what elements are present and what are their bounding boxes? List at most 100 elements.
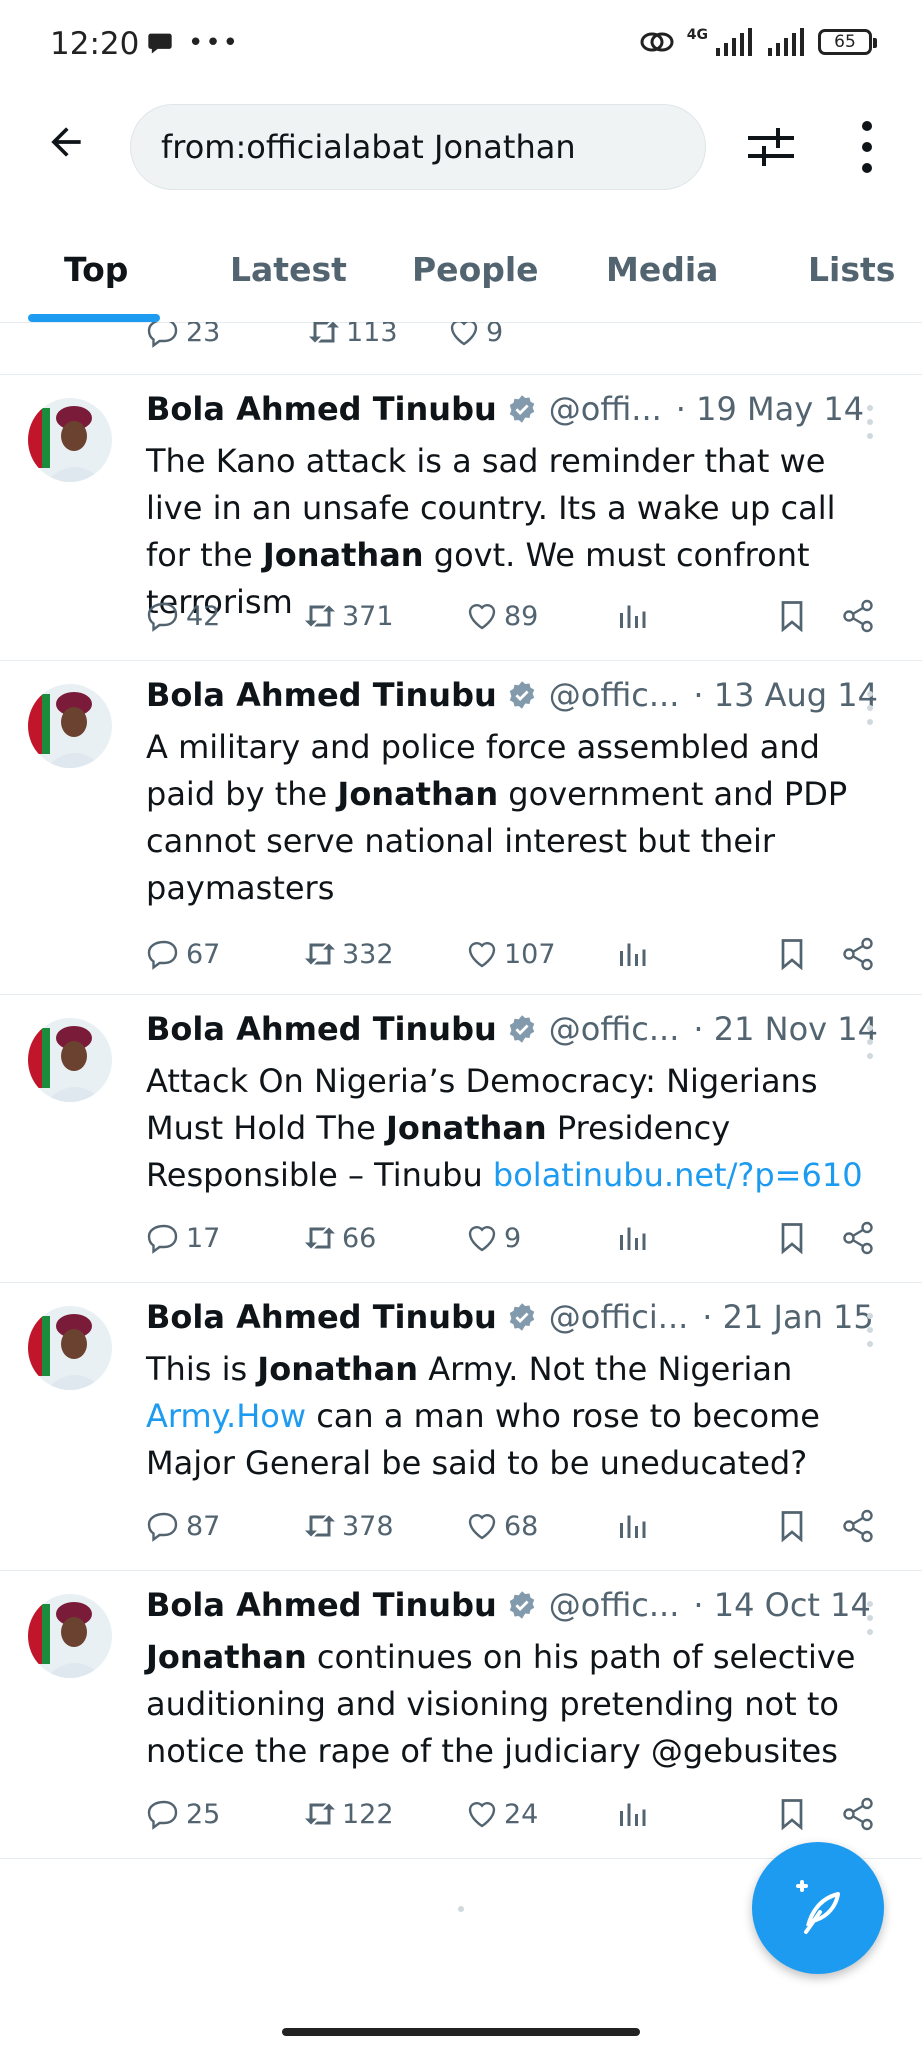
avatar[interactable]: [28, 1018, 112, 1102]
tweet-menu-icon[interactable]: [866, 1600, 874, 1636]
retweet-button[interactable]: 122: [302, 1796, 394, 1832]
avatar[interactable]: [28, 398, 112, 482]
tweet-date[interactable]: · 21 Nov 14: [693, 1010, 878, 1048]
views-button[interactable]: [614, 1796, 654, 1832]
retweet-button[interactable]: 113: [306, 322, 398, 350]
author-handle[interactable]: @offici...: [549, 1298, 689, 1336]
tweet-date[interactable]: · 13 Aug 14: [693, 676, 878, 714]
retweet-button[interactable]: 371: [302, 598, 394, 634]
views-button[interactable]: [614, 1508, 654, 1544]
tweet[interactable]: Bola Ahmed Tinubu @offic... · 21 Nov 14 …: [0, 994, 922, 1283]
author-name[interactable]: Bola Ahmed Tinubu: [146, 1010, 497, 1048]
reply-button[interactable]: 42: [146, 598, 220, 634]
like-button[interactable]: 24: [464, 1796, 538, 1832]
views-button[interactable]: [614, 598, 654, 634]
tab-people[interactable]: People: [412, 250, 539, 289]
like-count: 9: [486, 322, 504, 348]
tweet-menu-icon[interactable]: [866, 404, 874, 440]
bookmark-button[interactable]: [774, 1220, 814, 1256]
tweet-actions: 23 113 9: [146, 322, 876, 360]
link-icon: [640, 32, 674, 52]
home-indicator[interactable]: [282, 2028, 640, 2036]
tweet-menu-icon[interactable]: [866, 690, 874, 726]
heart-icon: [468, 1802, 496, 1828]
tab-lists[interactable]: Lists: [808, 250, 895, 289]
like-button[interactable]: 9: [446, 322, 503, 350]
battery-level: 65: [834, 32, 856, 52]
avatar[interactable]: [28, 1306, 112, 1390]
reply-button[interactable]: 25: [146, 1796, 220, 1832]
author-handle[interactable]: @offic...: [549, 1010, 680, 1048]
back-arrow-icon[interactable]: [44, 120, 88, 164]
share-icon: [843, 1221, 873, 1255]
tweet[interactable]: Bola Ahmed Tinubu @offici... · 21 Jan 15…: [0, 1282, 922, 1571]
author-handle[interactable]: @offic...: [549, 1586, 680, 1624]
tweet-link[interactable]: Army.How: [146, 1397, 306, 1435]
reply-count: 87: [186, 1510, 221, 1542]
share-button[interactable]: [840, 936, 880, 972]
share-button[interactable]: [840, 1796, 880, 1832]
tab-latest[interactable]: Latest: [230, 250, 347, 289]
reply-icon: [147, 1800, 178, 1830]
author-name[interactable]: Bola Ahmed Tinubu: [146, 390, 497, 428]
reply-count: 67: [186, 938, 221, 970]
more-options-icon[interactable]: [854, 118, 880, 176]
tweet-link[interactable]: bolatinubu.net/?p=610: [493, 1156, 863, 1194]
tab-media[interactable]: Media: [606, 250, 718, 289]
like-button[interactable]: 107: [464, 936, 556, 972]
share-button[interactable]: [840, 598, 880, 634]
like-count: 107: [504, 938, 556, 970]
bookmark-button[interactable]: [774, 598, 814, 634]
bookmark-button[interactable]: [774, 1796, 814, 1832]
verified-badge-icon: [509, 1591, 535, 1619]
author-name[interactable]: Bola Ahmed Tinubu: [146, 676, 497, 714]
like-count: 24: [504, 1798, 539, 1830]
tweet-menu-icon[interactable]: [866, 1312, 874, 1348]
reply-icon: [147, 1224, 178, 1254]
tweet[interactable]: Bola Ahmed Tinubu @offic... · 14 Oct 14 …: [0, 1570, 922, 1859]
like-button[interactable]: 9: [464, 1220, 521, 1256]
author-handle[interactable]: @offic...: [549, 676, 680, 714]
like-button[interactable]: 68: [464, 1508, 538, 1544]
like-button[interactable]: 89: [464, 598, 538, 634]
tweet-date[interactable]: · 19 May 14: [676, 390, 864, 428]
author-handle[interactable]: @offi...: [549, 390, 662, 428]
reply-button[interactable]: 17: [146, 1220, 220, 1256]
views-button[interactable]: [614, 936, 654, 972]
signal-icon-2: [768, 28, 804, 56]
reply-button[interactable]: 67: [146, 936, 220, 972]
retweet-icon: [305, 605, 335, 627]
reply-button[interactable]: 23: [146, 322, 220, 350]
reply-button[interactable]: 87: [146, 1508, 220, 1544]
tweet[interactable]: Bola Ahmed Tinubu @offi... · 19 May 14 T…: [0, 374, 922, 661]
views-button[interactable]: [614, 1220, 654, 1256]
avatar[interactable]: [28, 1594, 112, 1678]
like-count: 89: [504, 600, 539, 632]
tweet-text: A military and police force assembled an…: [146, 728, 848, 907]
share-button[interactable]: [840, 1220, 880, 1256]
bookmark-button[interactable]: [774, 936, 814, 972]
share-button[interactable]: [840, 1508, 880, 1544]
active-tab-indicator: [28, 314, 160, 322]
retweet-count: 378: [342, 1510, 394, 1542]
tweet-date[interactable]: · 21 Jan 15: [702, 1298, 873, 1336]
tab-top[interactable]: Top: [64, 250, 128, 289]
retweet-button[interactable]: 332: [302, 936, 394, 972]
tweet-date[interactable]: · 14 Oct 14: [693, 1586, 870, 1624]
bookmark-icon: [781, 601, 803, 633]
retweet-button[interactable]: 378: [302, 1508, 394, 1544]
views-chart-icon: [620, 943, 646, 966]
compose-tweet-button[interactable]: [752, 1842, 884, 1974]
reply-icon: [147, 602, 178, 632]
like-count: 9: [504, 1222, 522, 1254]
author-name[interactable]: Bola Ahmed Tinubu: [146, 1298, 497, 1336]
filter-sliders-icon[interactable]: [746, 122, 796, 172]
author-name[interactable]: Bola Ahmed Tinubu: [146, 1586, 497, 1624]
bookmark-button[interactable]: [774, 1508, 814, 1544]
avatar[interactable]: [28, 684, 112, 768]
search-input[interactable]: from:officialabat Jonathan: [130, 104, 706, 190]
tweet-menu-icon[interactable]: [866, 1024, 874, 1060]
retweet-button[interactable]: 66: [302, 1220, 376, 1256]
tweet-actions: 17 66 9: [146, 1220, 876, 1266]
tweet[interactable]: Bola Ahmed Tinubu @offic... · 13 Aug 14 …: [0, 660, 922, 995]
